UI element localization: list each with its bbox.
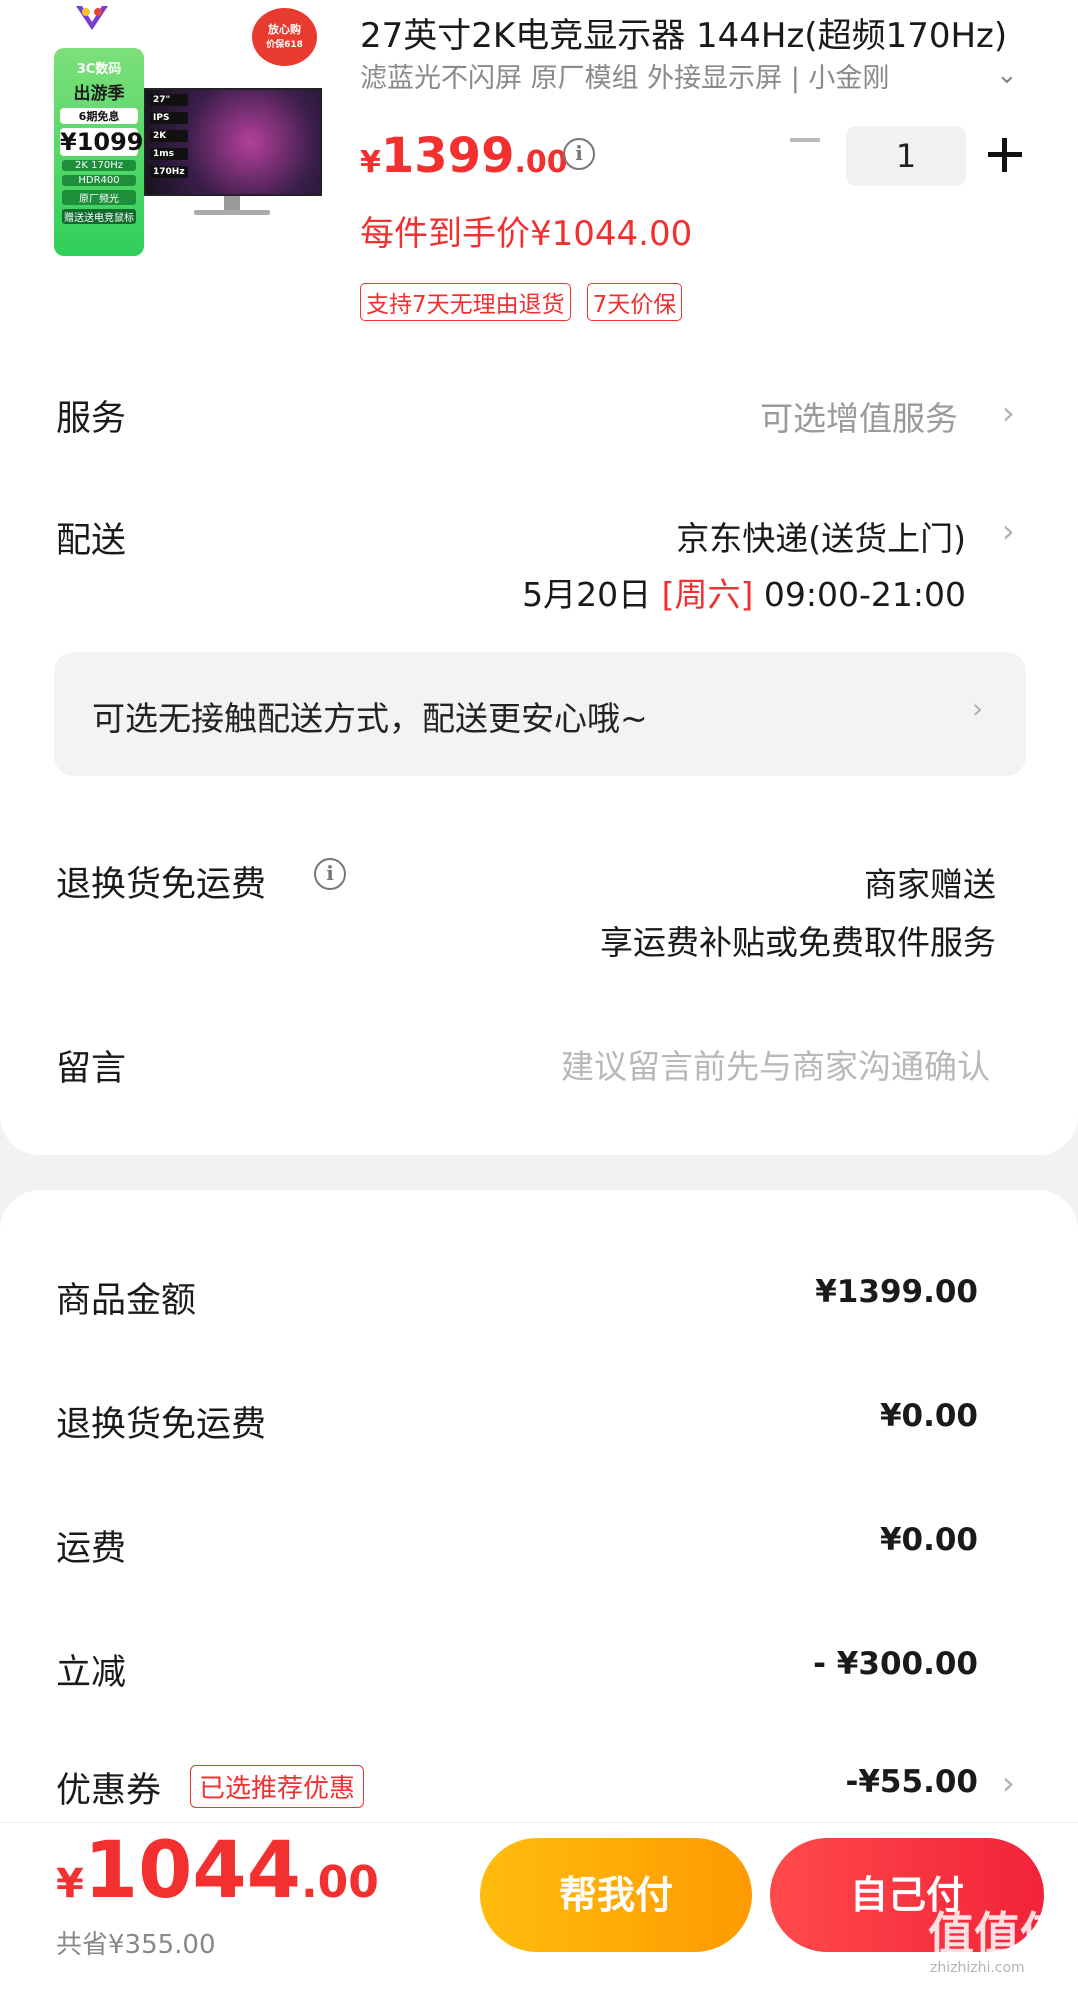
contactless-text: 可选无接触配送方式，配送更安心哦~ bbox=[92, 699, 648, 738]
coupon-tag[interactable]: 已选推荐优惠 bbox=[190, 1765, 365, 1808]
return-fee-label: 退换货免运费 bbox=[56, 1405, 267, 1445]
delivery-time[interactable]: 5月20日 [周六] 09:00-21:00 bbox=[522, 568, 966, 616]
guarantee-badge: 放心购 价保618 bbox=[252, 8, 317, 66]
return-shipping-desc: 享运费补贴或免费取件服务 bbox=[600, 923, 996, 962]
chevron-right-icon[interactable]: › bbox=[1002, 394, 1015, 432]
price-info-icon[interactable]: i bbox=[563, 138, 595, 170]
spec-list: 27" IPS 2K 1ms 170Hz bbox=[150, 94, 188, 178]
increase-quantity-button[interactable] bbox=[988, 138, 1022, 172]
chevron-right-icon: › bbox=[972, 692, 984, 725]
decrease-quantity-button[interactable] bbox=[790, 138, 820, 142]
delivery-label: 配送 bbox=[56, 521, 127, 561]
info-icon[interactable]: i bbox=[314, 858, 346, 890]
freight-label: 运费 bbox=[56, 1529, 127, 1569]
unit-final-price: 每件到手价¥1044.00 bbox=[360, 214, 693, 254]
brand-logo bbox=[76, 6, 108, 30]
promo-panel: 3C数码 出游季 6期免息 ¥1099 2K 170Hz HDR400 原厂频光… bbox=[54, 48, 144, 256]
message-input[interactable]: 建议留言前先与商家沟通确认 bbox=[561, 1040, 990, 1088]
service-tags: 支持7天无理由退货 7天价保 bbox=[360, 283, 683, 321]
message-label: 留言 bbox=[56, 1049, 127, 1089]
goods-amount-value: ¥1399.00 bbox=[815, 1274, 978, 1310]
watermark-site: zhizhizhi.com bbox=[930, 1960, 1025, 1976]
contactless-delivery-banner[interactable]: 可选无接触配送方式，配送更安心哦~ › bbox=[54, 652, 1026, 776]
return-shipping-value: 商家赠送 bbox=[864, 865, 996, 904]
service-label: 服务 bbox=[56, 399, 127, 439]
return-shipping-label: 退换货免运费 bbox=[56, 865, 267, 905]
delivery-method[interactable]: 京东快递(送货上门) bbox=[676, 512, 966, 560]
chevron-right-icon[interactable]: › bbox=[1002, 512, 1015, 550]
product-spec[interactable]: 滤蓝光不闪屏 原厂模组 外接显示屏 | 小金刚 bbox=[360, 56, 940, 95]
product-price: ¥1399.00 bbox=[360, 128, 568, 184]
watermark: 值值值 bbox=[928, 1907, 1066, 1961]
service-value[interactable]: 可选增值服务 bbox=[760, 392, 958, 440]
price-protect-tag: 7天价保 bbox=[586, 283, 683, 321]
coupon-label[interactable]: 优惠券 bbox=[56, 1762, 161, 1813]
discount-label: 立减 bbox=[56, 1653, 127, 1693]
help-pay-button[interactable]: 帮我付 bbox=[480, 1838, 752, 1952]
discount-value: - ¥300.00 bbox=[813, 1646, 978, 1682]
coupon-value[interactable]: -¥55.00 bbox=[846, 1764, 979, 1800]
goods-amount-label: 商品金额 bbox=[56, 1281, 197, 1321]
monitor-base bbox=[194, 210, 270, 215]
chevron-down-icon[interactable]: ⌄ bbox=[996, 60, 1018, 90]
total-price: ¥1044.00 bbox=[56, 1826, 379, 1916]
saved-amount: 共省¥355.00 bbox=[56, 1930, 216, 1960]
chevron-right-icon[interactable]: › bbox=[1002, 1764, 1015, 1802]
freight-value: ¥0.00 bbox=[879, 1522, 978, 1558]
quantity-input[interactable]: 1 bbox=[846, 126, 966, 186]
product-image[interactable]: 放心购 价保618 3C数码 出游季 6期免息 ¥1099 2K 170Hz H… bbox=[52, 0, 327, 265]
return-policy-tag: 支持7天无理由退货 bbox=[360, 283, 571, 321]
product-title[interactable]: 27英寸2K电竞显示器 144Hz(超频170Hz) bbox=[360, 8, 1040, 57]
return-fee-value: ¥0.00 bbox=[879, 1398, 978, 1434]
